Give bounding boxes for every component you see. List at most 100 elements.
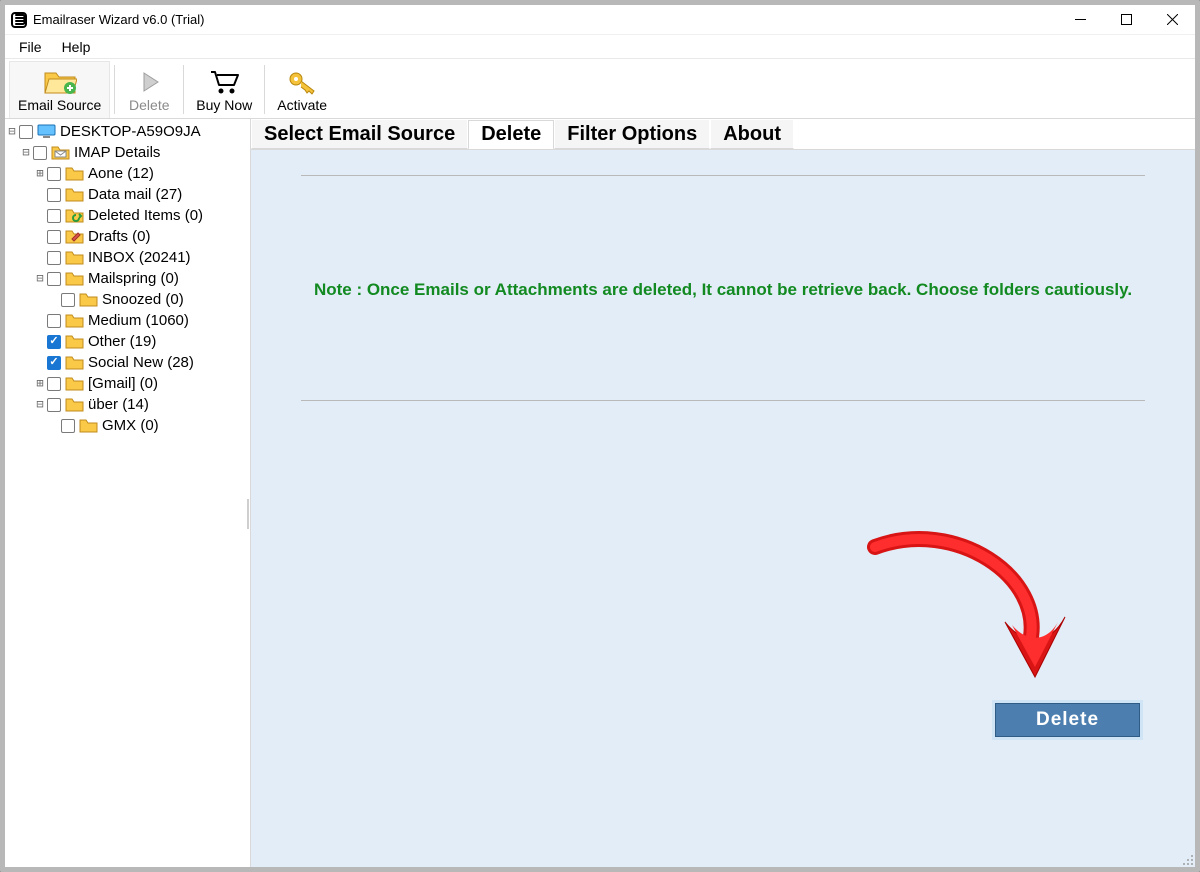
tree-node-medium[interactable]: Medium (1060) bbox=[5, 310, 245, 331]
tree-node-gmail[interactable]: ⊞ [Gmail] (0) bbox=[5, 373, 245, 394]
activate-button[interactable]: Activate bbox=[269, 61, 335, 118]
tree-node-uber[interactable]: ⊟ über (14) bbox=[5, 394, 245, 415]
tree-node-aone[interactable]: ⊞ Aone (12) bbox=[5, 163, 245, 184]
window-frame: Emailraser Wizard v6.0 (Trial) File Help… bbox=[0, 0, 1200, 872]
tree-label: Aone (12) bbox=[88, 163, 154, 184]
checkbox[interactable] bbox=[47, 230, 61, 244]
delete-button[interactable]: Delete bbox=[995, 703, 1140, 737]
checkbox[interactable] bbox=[61, 419, 75, 433]
folder-icon bbox=[65, 334, 84, 349]
tree-label: Medium (1060) bbox=[88, 310, 189, 331]
tab-delete[interactable]: Delete bbox=[468, 120, 554, 150]
tree-node-social[interactable]: Social New (28) bbox=[5, 352, 245, 373]
folder-icon bbox=[65, 376, 84, 391]
folder-icon bbox=[65, 397, 84, 412]
checkbox[interactable] bbox=[47, 272, 61, 286]
checkbox[interactable] bbox=[61, 293, 75, 307]
tree-label: GMX (0) bbox=[102, 415, 159, 436]
mailbox-icon bbox=[51, 145, 70, 160]
collapse-icon[interactable]: ⊟ bbox=[5, 121, 19, 142]
tree-node-datamail[interactable]: Data mail (27) bbox=[5, 184, 245, 205]
tree-label: Snoozed (0) bbox=[102, 289, 184, 310]
body-split: ⊟ DESKTOP-A59O9JA ⊟ IMAP Details ⊞ Aon bbox=[5, 119, 1195, 867]
tree-node-other[interactable]: Other (19) bbox=[5, 331, 245, 352]
folder-icon bbox=[65, 355, 84, 370]
tree-node-inbox[interactable]: INBOX (20241) bbox=[5, 247, 245, 268]
tab-select-source[interactable]: Select Email Source bbox=[251, 119, 468, 149]
tree-label: INBOX (20241) bbox=[88, 247, 191, 268]
menu-bar: File Help bbox=[5, 35, 1195, 59]
delete-warning-note: Note : Once Emails or Attachments are de… bbox=[281, 280, 1165, 300]
tree-label: DESKTOP-A59O9JA bbox=[60, 121, 201, 142]
app-logo-icon bbox=[11, 12, 27, 28]
expand-icon[interactable]: ⊞ bbox=[33, 163, 47, 184]
folder-icon bbox=[79, 418, 98, 433]
menu-help[interactable]: Help bbox=[52, 37, 101, 57]
buy-now-label: Buy Now bbox=[196, 97, 252, 113]
folder-icon bbox=[65, 313, 84, 328]
tab-strip: Select Email Source Delete Filter Option… bbox=[251, 119, 1195, 149]
tree-node-snoozed[interactable]: Snoozed (0) bbox=[5, 289, 245, 310]
checkbox[interactable] bbox=[47, 251, 61, 265]
checkbox[interactable] bbox=[19, 125, 33, 139]
menu-file[interactable]: File bbox=[9, 37, 52, 57]
collapse-icon[interactable]: ⊟ bbox=[33, 268, 47, 289]
folder-icon bbox=[65, 166, 84, 181]
separator-line bbox=[301, 400, 1145, 401]
checkbox-checked[interactable] bbox=[47, 356, 61, 370]
title-bar: Emailraser Wizard v6.0 (Trial) bbox=[5, 5, 1195, 35]
delete-toolbar-label: Delete bbox=[129, 97, 169, 113]
tree-label: Deleted Items (0) bbox=[88, 205, 203, 226]
email-source-label: Email Source bbox=[18, 97, 101, 113]
checkbox[interactable] bbox=[47, 377, 61, 391]
checkbox[interactable] bbox=[47, 314, 61, 328]
expand-icon[interactable]: ⊞ bbox=[33, 373, 47, 394]
maximize-button[interactable] bbox=[1103, 5, 1149, 35]
email-source-button[interactable]: Email Source bbox=[9, 61, 110, 118]
folder-icon bbox=[65, 271, 84, 286]
tree-node-imap[interactable]: ⊟ IMAP Details bbox=[5, 142, 245, 163]
tree-node-gmx[interactable]: GMX (0) bbox=[5, 415, 245, 436]
checkbox[interactable] bbox=[47, 188, 61, 202]
tree-label: Mailspring (0) bbox=[88, 268, 179, 289]
tree-node-drafts[interactable]: Drafts (0) bbox=[5, 226, 245, 247]
cart-icon bbox=[209, 67, 239, 97]
folder-icon bbox=[79, 292, 98, 307]
tab-filter-options[interactable]: Filter Options bbox=[554, 119, 710, 149]
toolbar-separator bbox=[264, 65, 265, 114]
content-panel: Select Email Source Delete Filter Option… bbox=[251, 119, 1195, 867]
key-icon bbox=[287, 67, 317, 97]
delete-tab-content: Note : Once Emails or Attachments are de… bbox=[251, 149, 1195, 867]
tab-about[interactable]: About bbox=[710, 119, 794, 149]
collapse-icon[interactable]: ⊟ bbox=[19, 142, 33, 163]
folder-icon bbox=[65, 250, 84, 265]
separator-line bbox=[301, 175, 1145, 176]
folder-plus-icon bbox=[43, 67, 77, 97]
toolbar-separator bbox=[183, 65, 184, 114]
checkbox[interactable] bbox=[33, 146, 47, 160]
delete-toolbar-button[interactable]: Delete bbox=[119, 61, 179, 118]
tree-label: Data mail (27) bbox=[88, 184, 182, 205]
tree-node-desktop[interactable]: ⊟ DESKTOP-A59O9JA bbox=[5, 121, 245, 142]
minimize-button[interactable] bbox=[1057, 5, 1103, 35]
checkbox[interactable] bbox=[47, 167, 61, 181]
window-title: Emailraser Wizard v6.0 (Trial) bbox=[33, 12, 204, 27]
tree-label: über (14) bbox=[88, 394, 149, 415]
play-icon bbox=[136, 67, 162, 97]
tree-label: Social New (28) bbox=[88, 352, 194, 373]
toolbar-separator bbox=[114, 65, 115, 114]
drafts-folder-icon bbox=[65, 229, 84, 244]
tree-node-mailspring[interactable]: ⊟ Mailspring (0) bbox=[5, 268, 245, 289]
close-button[interactable] bbox=[1149, 5, 1195, 35]
collapse-icon[interactable]: ⊟ bbox=[33, 394, 47, 415]
checkbox[interactable] bbox=[47, 398, 61, 412]
tree-node-deleted[interactable]: Deleted Items (0) bbox=[5, 205, 245, 226]
tree-label: [Gmail] (0) bbox=[88, 373, 158, 394]
checkbox[interactable] bbox=[47, 209, 61, 223]
computer-icon bbox=[37, 124, 56, 139]
tree-label: IMAP Details bbox=[74, 142, 160, 163]
resize-grip-icon[interactable] bbox=[1181, 853, 1195, 867]
checkbox-checked[interactable] bbox=[47, 335, 61, 349]
buy-now-button[interactable]: Buy Now bbox=[188, 61, 260, 118]
folder-tree[interactable]: ⊟ DESKTOP-A59O9JA ⊟ IMAP Details ⊞ Aon bbox=[5, 119, 245, 867]
